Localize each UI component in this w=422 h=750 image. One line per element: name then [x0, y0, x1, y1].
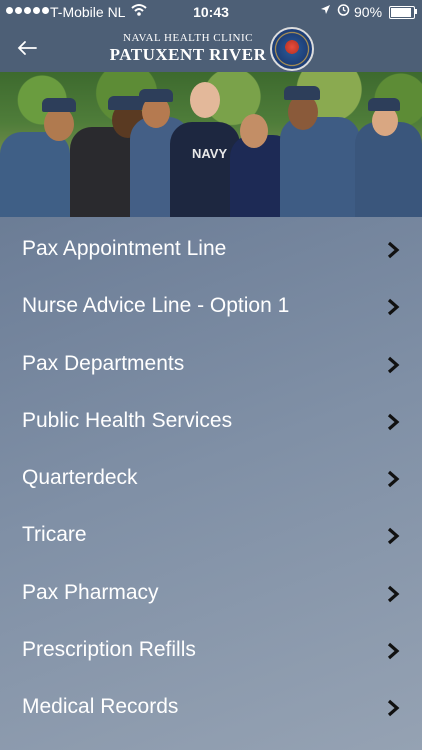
menu-item-label: Tricare — [22, 523, 87, 547]
menu-item-label: Public Health Services — [22, 408, 233, 432]
staff-group-photo: NAVY — [0, 72, 422, 217]
app-header: NAVAL HEALTH CLINIC PATUXENT RIVER — [0, 24, 422, 72]
photo-person — [280, 117, 360, 217]
chevron-right-icon — [387, 528, 400, 545]
chevron-right-icon — [387, 470, 400, 488]
menu-item[interactable]: Pax Appointment Line — [0, 221, 422, 278]
photo-person-cap — [42, 98, 76, 112]
seal-emblem — [284, 39, 300, 55]
chevron-right-icon — [387, 241, 400, 259]
shirt-text: NAVY — [192, 146, 228, 161]
menu-item-label: Prescription Refills — [22, 638, 196, 662]
menu-item[interactable]: Pax Pharmacy — [0, 565, 422, 622]
main-menu: Pax Appointment Line Nurse Advice Line - … — [0, 221, 422, 737]
chevron-right-icon — [387, 299, 400, 316]
photo-person — [0, 132, 70, 217]
menu-item-label: Pax Pharmacy — [22, 580, 159, 604]
menu-item[interactable]: Medical Records — [0, 679, 422, 736]
menu-item[interactable]: Prescription Refills — [0, 622, 422, 679]
clinic-title-line1: NAVAL HEALTH CLINIC — [123, 32, 253, 44]
battery-tip — [415, 9, 417, 14]
menu-item-label: Pax Appointment Line — [22, 237, 227, 260]
photo-person-cap — [284, 86, 320, 100]
menu-item-label: Nurse Advice Line - Option 1 — [22, 294, 290, 318]
photo-person-head — [190, 82, 220, 118]
menu-item[interactable]: Quarterdeck — [0, 450, 422, 507]
menu-item-label: Pax Departments — [22, 351, 185, 375]
photo-person — [355, 122, 422, 217]
photo-person-head — [44, 107, 74, 141]
clinic-seal-logo — [270, 27, 314, 71]
chevron-right-icon — [387, 413, 400, 431]
menu-item-label: Quarterdeck — [22, 466, 138, 490]
photo-person-cap — [368, 98, 400, 111]
menu-item[interactable]: Nurse Advice Line - Option 1 — [0, 278, 422, 335]
photo-person-cap — [139, 89, 173, 102]
location-arrow-icon — [321, 5, 330, 14]
clinic-title-line2: PATUXENT RIVER — [109, 45, 267, 64]
battery-percentage: 90% — [354, 4, 383, 20]
menu-item[interactable]: Tricare — [0, 507, 422, 564]
battery-level-fill — [391, 8, 411, 17]
menu-item[interactable]: Public Health Services — [0, 393, 422, 450]
battery-icon — [389, 6, 415, 19]
chevron-right-icon — [387, 700, 400, 717]
photo-person-head — [240, 114, 268, 148]
chevron-right-icon — [387, 642, 400, 660]
chevron-right-icon — [387, 585, 400, 602]
chevron-right-icon — [387, 356, 400, 373]
menu-item-label: Medical Records — [22, 695, 179, 719]
arrow-left-icon[interactable] — [14, 34, 42, 62]
status-bar: T-Mobile NL 10:43 90% — [0, 0, 422, 24]
menu-item[interactable]: Pax Departments — [0, 336, 422, 393]
alarm-clock-icon — [337, 4, 350, 16]
